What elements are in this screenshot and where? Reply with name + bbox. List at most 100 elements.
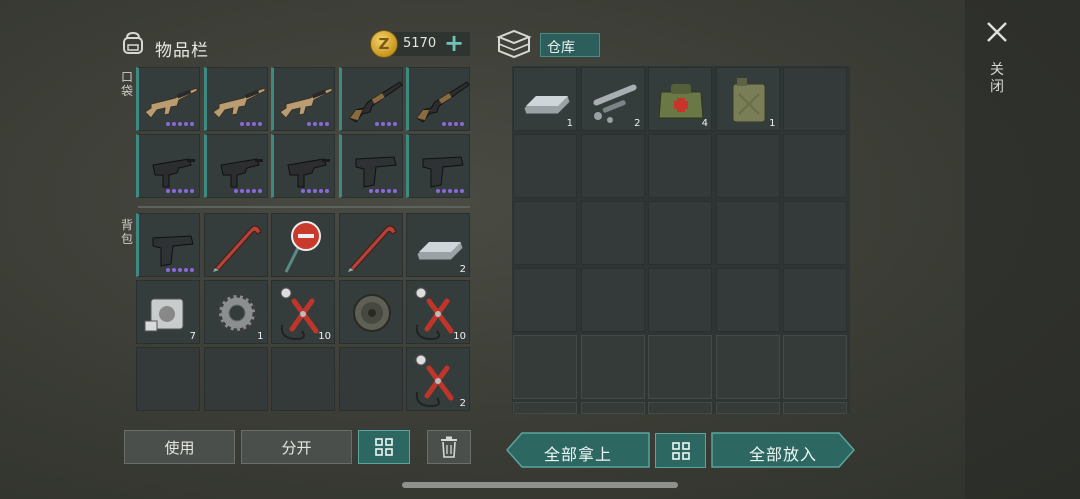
- rarity-dot: [386, 189, 391, 193]
- close-label[interactable]: 关闭: [989, 62, 1005, 96]
- backpack-slot[interactable]: [338, 280, 403, 344]
- backpack-slot[interactable]: 10: [406, 280, 470, 344]
- warehouse-slot[interactable]: [715, 201, 780, 265]
- backpack-slot[interactable]: [136, 213, 200, 277]
- warehouse-slot[interactable]: [715, 335, 780, 399]
- trash-icon: [441, 436, 457, 458]
- add-coins-button[interactable]: +: [444, 30, 464, 56]
- rarity-dot: [301, 189, 305, 193]
- warehouse-slot[interactable]: [783, 67, 847, 131]
- item-quantity: 1: [566, 118, 573, 129]
- rarity-dot: [184, 189, 188, 193]
- put-all-label: 全部放入: [748, 445, 817, 464]
- warehouse-slot[interactable]: [580, 201, 645, 265]
- rarity-dot: [172, 268, 176, 272]
- warehouse-slot[interactable]: [783, 402, 847, 414]
- rarity-dot: [239, 122, 244, 126]
- pocket-slot[interactable]: [406, 134, 470, 198]
- warehouse-slot[interactable]: [715, 134, 780, 198]
- warehouse-slot[interactable]: [715, 268, 780, 332]
- item-quantity: 7: [189, 331, 196, 342]
- warehouse-slot[interactable]: 1: [513, 67, 577, 131]
- warehouse-slot[interactable]: [648, 201, 712, 265]
- backpack-slot[interactable]: [271, 347, 335, 411]
- warehouse-slot[interactable]: [580, 335, 645, 399]
- wire-spool-icon: [352, 294, 391, 332]
- warehouse-slot[interactable]: [783, 201, 847, 265]
- warehouse-slot[interactable]: [580, 268, 645, 332]
- pocket-slot[interactable]: [203, 67, 268, 131]
- sort-inventory-button[interactable]: [358, 430, 410, 464]
- backpack-slot[interactable]: 10: [271, 280, 335, 344]
- warehouse-title: 仓库: [547, 40, 575, 56]
- warehouse-icon: [496, 28, 532, 60]
- backpack-slot[interactable]: 7: [136, 280, 200, 344]
- rarity-dot: [392, 122, 397, 126]
- take-all-button[interactable]: 全部拿上: [506, 432, 650, 468]
- warehouse-slot[interactable]: 2: [580, 67, 645, 131]
- rarity-dot: [190, 122, 194, 126]
- backpack-slot[interactable]: [271, 213, 335, 277]
- pocket-slot[interactable]: [271, 134, 335, 198]
- rarity-dot: [245, 189, 250, 193]
- warehouse-slot[interactable]: [513, 268, 577, 332]
- grid-sort-icon: [375, 438, 393, 456]
- item-quantity: 10: [453, 331, 466, 342]
- warehouse-slot[interactable]: [648, 335, 712, 399]
- rarity-dot: [257, 189, 262, 193]
- rarity-dot: [307, 122, 311, 126]
- backpack-slot[interactable]: [203, 213, 268, 277]
- pocket-slot[interactable]: [136, 67, 200, 131]
- backpack-slot[interactable]: 2: [406, 347, 470, 411]
- warehouse-slot[interactable]: [648, 268, 712, 332]
- rarity-dot: [178, 122, 182, 126]
- rarity-dot: [251, 122, 256, 126]
- backpack-slot[interactable]: 2: [406, 213, 470, 277]
- use-button[interactable]: 使用: [124, 430, 235, 464]
- discard-button[interactable]: [427, 430, 471, 464]
- warehouse-slot[interactable]: [715, 402, 780, 414]
- warehouse-slot[interactable]: [513, 335, 577, 399]
- item-quantity: 10: [318, 331, 331, 342]
- warehouse-slot[interactable]: [783, 268, 847, 332]
- rarity-dot: [184, 122, 188, 126]
- backpack-slot[interactable]: [338, 213, 403, 277]
- rarity-dot: [313, 122, 317, 126]
- split-button[interactable]: 分开: [241, 430, 352, 464]
- backpack-slot[interactable]: [203, 347, 268, 411]
- pocket-slot[interactable]: [203, 134, 268, 198]
- warehouse-slot[interactable]: [580, 402, 645, 414]
- backpack-slot[interactable]: [136, 347, 200, 411]
- pocket-slot[interactable]: [271, 67, 335, 131]
- rarity-dots: [301, 189, 329, 193]
- warehouse-slot[interactable]: [648, 402, 712, 414]
- rarity-dot: [460, 122, 464, 126]
- item-quantity: 2: [459, 264, 466, 275]
- backpack-slot[interactable]: 1: [203, 280, 268, 344]
- rarity-dot: [166, 122, 170, 126]
- item-quantity: 4: [701, 118, 708, 129]
- warehouse-slot[interactable]: 1: [715, 67, 780, 131]
- pocket-slot[interactable]: [136, 134, 200, 198]
- pocket-slot[interactable]: [338, 134, 403, 198]
- close-button[interactable]: [985, 20, 1009, 44]
- take-all-label: 全部拿上: [543, 445, 612, 464]
- side-panel-shade: [965, 0, 1080, 499]
- warehouse-slot[interactable]: [513, 402, 577, 414]
- warehouse-slot[interactable]: [580, 134, 645, 198]
- warehouse-slot[interactable]: [648, 134, 712, 198]
- rarity-dot: [172, 122, 176, 126]
- warehouse-slot[interactable]: [783, 134, 847, 198]
- put-all-button[interactable]: 全部放入: [711, 432, 855, 468]
- warehouse-slot[interactable]: 4: [648, 67, 712, 131]
- pocket-slot[interactable]: [338, 67, 403, 131]
- warehouse-slot[interactable]: [783, 335, 847, 399]
- warehouse-slot[interactable]: [513, 134, 577, 198]
- item-quantity: 1: [769, 118, 776, 129]
- backpack-slot[interactable]: [338, 347, 403, 411]
- sort-warehouse-button[interactable]: [655, 433, 706, 468]
- home-indicator[interactable]: [402, 482, 678, 488]
- pocket-slot[interactable]: [406, 67, 470, 131]
- warehouse-slot[interactable]: [513, 201, 577, 265]
- coin-balance: 5170: [403, 36, 437, 51]
